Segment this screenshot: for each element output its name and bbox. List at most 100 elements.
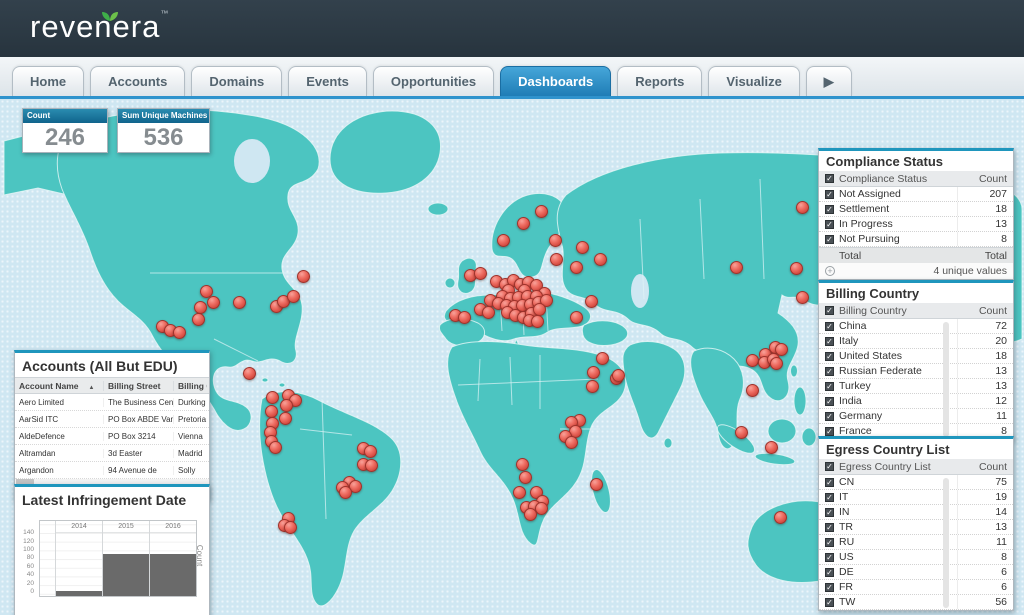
checkbox-icon[interactable]	[825, 352, 834, 361]
egress-row[interactable]: US 8	[819, 550, 1013, 565]
map-pin[interactable]	[765, 441, 778, 454]
egress-row[interactable]: DE 6	[819, 565, 1013, 580]
checkbox-icon[interactable]	[825, 337, 834, 346]
checkbox-icon[interactable]	[825, 306, 834, 315]
egress-row[interactable]: IN 14	[819, 505, 1013, 520]
billing-row[interactable]: Italy 20	[819, 334, 1013, 349]
table-row[interactable]: Aero Limited The Business Center Durking	[15, 394, 209, 411]
checkbox-icon[interactable]	[825, 478, 834, 487]
checkbox-icon[interactable]	[825, 382, 834, 391]
sort-asc-icon[interactable]: ▲	[89, 385, 95, 391]
map-pin[interactable]	[266, 391, 279, 404]
map-pin[interactable]	[570, 261, 583, 274]
checkbox-icon[interactable]	[825, 568, 834, 577]
billing-scrollbar[interactable]	[943, 322, 949, 437]
accounts-col-street[interactable]: Billing Street	[103, 381, 173, 391]
map-pin[interactable]	[194, 301, 207, 314]
billing-row[interactable]: Germany 11	[819, 409, 1013, 424]
map-pin[interactable]	[173, 326, 186, 339]
checkbox-icon[interactable]	[825, 493, 834, 502]
map-pin[interactable]	[524, 508, 537, 521]
egress-row[interactable]: TW 56	[819, 595, 1013, 610]
egress-scrollbar[interactable]	[943, 478, 949, 608]
chart-bar[interactable]	[56, 591, 102, 596]
nav-tab[interactable]: Reports	[617, 66, 702, 96]
table-row[interactable]: Altramdan 3d Easter Madrid	[15, 445, 209, 462]
compliance-row[interactable]: In Progress 13	[819, 217, 1013, 232]
map-pin[interactable]	[735, 426, 748, 439]
checkbox-icon[interactable]	[825, 367, 834, 376]
add-icon[interactable]	[825, 266, 835, 276]
map-pin[interactable]	[519, 471, 532, 484]
checkbox-icon[interactable]	[825, 462, 834, 471]
nav-tab[interactable]: Opportunities	[373, 66, 494, 96]
nav-tab[interactable]: Home	[12, 66, 84, 96]
map-pin[interactable]	[458, 311, 471, 324]
table-row[interactable]: Argandon 94 Avenue de Solly	[15, 462, 209, 479]
map-pin[interactable]	[796, 201, 809, 214]
map-pin[interactable]	[339, 486, 352, 499]
map-pin[interactable]	[280, 399, 293, 412]
accounts-col-city[interactable]: Billing City	[173, 381, 207, 391]
billing-row[interactable]: United States 18	[819, 349, 1013, 364]
map-pin[interactable]	[269, 441, 282, 454]
map-pin[interactable]	[513, 486, 526, 499]
nav-tab[interactable]: Domains	[191, 66, 282, 96]
map-pin[interactable]	[243, 367, 256, 380]
map-pin[interactable]	[535, 205, 548, 218]
egress-row[interactable]: CN 75	[819, 475, 1013, 490]
map-pin[interactable]	[549, 234, 562, 247]
map-pin[interactable]	[279, 412, 292, 425]
checkbox-icon[interactable]	[825, 538, 834, 547]
egress-row[interactable]: RU 11	[819, 535, 1013, 550]
checkbox-icon[interactable]	[825, 322, 834, 331]
billing-row[interactable]: China 72	[819, 319, 1013, 334]
map-pin[interactable]	[531, 315, 544, 328]
map-pin[interactable]	[364, 445, 377, 458]
map-pin[interactable]	[565, 436, 578, 449]
nav-tab[interactable]: Accounts	[90, 66, 185, 96]
checkbox-icon[interactable]	[825, 397, 834, 406]
chart-bar[interactable]	[103, 554, 149, 596]
map-pin[interactable]	[746, 354, 759, 367]
checkbox-icon[interactable]	[825, 553, 834, 562]
checkbox-icon[interactable]	[825, 508, 834, 517]
billing-row[interactable]: India 12	[819, 394, 1013, 409]
map-pin[interactable]	[596, 352, 609, 365]
checkbox-icon[interactable]	[825, 220, 834, 229]
compliance-row[interactable]: Not Pursuing 8	[819, 232, 1013, 247]
map-pin[interactable]	[774, 511, 787, 524]
billing-row[interactable]: Russian Federate 13	[819, 364, 1013, 379]
map-pin[interactable]	[550, 253, 563, 266]
checkbox-icon[interactable]	[825, 523, 834, 532]
checkbox-icon[interactable]	[825, 583, 834, 592]
map-pin[interactable]	[586, 380, 599, 393]
map-pin[interactable]	[233, 296, 246, 309]
checkbox-icon[interactable]	[825, 235, 834, 244]
map-pin[interactable]	[297, 270, 310, 283]
compliance-row[interactable]: Not Assigned 207	[819, 187, 1013, 202]
map-pin[interactable]	[790, 262, 803, 275]
map-pin[interactable]	[612, 369, 625, 382]
nav-tab[interactable]: Events	[288, 66, 367, 96]
map-pin[interactable]	[517, 217, 530, 230]
map-pin[interactable]	[284, 521, 297, 534]
table-row[interactable]: AldeDefence PO Box 3214 Vienna	[15, 428, 209, 445]
map-pin[interactable]	[207, 296, 220, 309]
map-pin[interactable]	[497, 234, 510, 247]
nav-tab[interactable]: Visualize	[708, 66, 799, 96]
nav-tab[interactable]: ▶	[806, 66, 852, 96]
billing-row[interactable]: Turkey 13	[819, 379, 1013, 394]
checkbox-icon[interactable]	[825, 190, 834, 199]
map-pin[interactable]	[587, 366, 600, 379]
map-pin[interactable]	[746, 384, 759, 397]
table-row[interactable]: AarSid ITC PO Box ABDE Van Pretoria	[15, 411, 209, 428]
map-pin[interactable]	[770, 357, 783, 370]
map-pin[interactable]	[192, 313, 205, 326]
map-pin[interactable]	[570, 311, 583, 324]
egress-row[interactable]: FR 6	[819, 580, 1013, 595]
egress-row[interactable]: IT 19	[819, 490, 1013, 505]
map-pin[interactable]	[365, 459, 378, 472]
accounts-col-name[interactable]: Account Name▲	[15, 381, 103, 391]
checkbox-icon[interactable]	[825, 205, 834, 214]
